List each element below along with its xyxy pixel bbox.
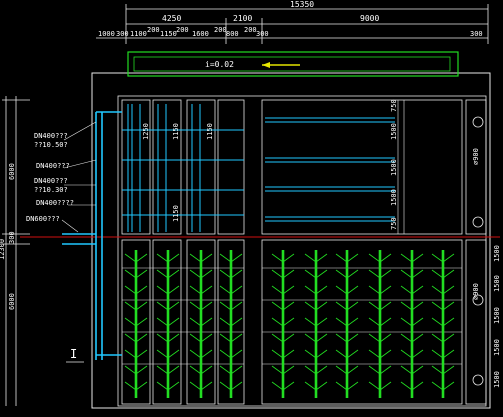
right-dim: 1500 — [493, 307, 501, 324]
section-marker: I — [70, 347, 77, 361]
dim-small-text: 300 — [116, 30, 129, 38]
pipe-label: DN600??? — [26, 215, 60, 223]
circle-label: ⌀900 — [472, 148, 480, 165]
bay-dim: 1250 — [142, 123, 150, 140]
dim-small-text: 200 — [244, 26, 257, 34]
dim-small-text: 300 — [256, 30, 269, 38]
dim-total-text: 15350 — [290, 0, 314, 9]
slope-label: i=0.02 — [205, 60, 234, 69]
dim-small-text: 200 — [176, 26, 189, 34]
pipe-label: DN400???? — [36, 199, 74, 207]
tank-dim: 1500 — [390, 159, 398, 176]
pipe-label: DN400??? — [34, 177, 68, 185]
dim-top-text-2: 2100 — [233, 14, 252, 23]
dim-small-text: 1000 — [98, 30, 115, 38]
dim-small-text: 200 — [214, 26, 227, 34]
right-dim: 1500 — [493, 371, 501, 388]
right-dim: 1500 — [493, 245, 501, 262]
dim-small-text: 200 — [147, 26, 160, 34]
left-dim: 300 — [8, 231, 16, 244]
dim-small-text: 800 — [226, 30, 239, 38]
cad-canvas: 15350 4250 2100 9000 1000 300 1100 200 1… — [0, 0, 503, 413]
circle-label: ⌀900 — [472, 283, 480, 300]
bay-dim: 1150 — [172, 123, 180, 140]
dim-small-text: 1150 — [160, 30, 177, 38]
left-dim: 6000 — [8, 163, 16, 180]
left-dim: 6000 — [8, 293, 16, 310]
cad-drawing-view: 15350 4250 2100 9000 1000 300 1100 200 1… — [0, 0, 503, 413]
bay-dim: 1150 — [206, 123, 214, 140]
left-dim: 12300 — [0, 239, 6, 260]
right-dim: 1500 — [493, 275, 501, 292]
dim-small-text: 1100 — [130, 30, 147, 38]
dim-small-text: 300 — [470, 30, 483, 38]
tank-dim: 1500 — [390, 189, 398, 206]
right-dim: 1500 — [493, 339, 501, 356]
pipe-label: ??10.50? — [34, 141, 68, 149]
pipe-label: DN400??? — [34, 132, 68, 140]
tank-dim: 750 — [390, 217, 398, 230]
dim-small-text: 1600 — [192, 30, 209, 38]
pipe-label: DN400??? — [36, 162, 70, 170]
tank-dim: 750 — [390, 99, 398, 112]
bay-dim: 1150 — [172, 205, 180, 222]
tank-dim: 1500 — [390, 123, 398, 140]
dim-top-text-1: 4250 — [162, 14, 181, 23]
dim-top-text-3: 9000 — [360, 14, 379, 23]
pipe-label: ??10.30? — [34, 186, 68, 194]
